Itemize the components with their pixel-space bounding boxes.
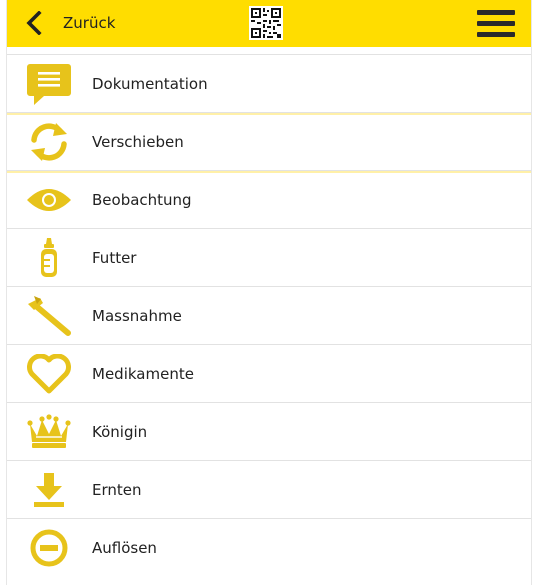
- list-item-dokumentation[interactable]: Dokumentation: [7, 54, 531, 112]
- app-frame: Zurück Dokumentation Verschieben Beobach…: [6, 0, 532, 585]
- action-list: Dokumentation Verschieben Beobachtung Fu…: [7, 54, 531, 576]
- list-item-koenigin[interactable]: Königin: [7, 402, 531, 460]
- list-item-label: Massnahme: [92, 306, 182, 325]
- list-item-aufloesen[interactable]: Auflösen: [7, 518, 531, 576]
- tool-icon: [23, 293, 75, 339]
- hamburger-menu-icon[interactable]: [477, 7, 515, 39]
- crown-icon: [23, 409, 75, 455]
- header-bar: Zurück: [7, 0, 531, 47]
- list-item-label: Königin: [92, 422, 148, 441]
- list-item-beobachtung[interactable]: Beobachtung: [7, 170, 531, 228]
- download-arrow-icon: [23, 467, 75, 513]
- list-item-label: Medikamente: [92, 364, 194, 383]
- list-item-label: Beobachtung: [92, 190, 192, 209]
- list-item-verschieben[interactable]: Verschieben: [7, 112, 531, 170]
- baby-bottle-icon: [23, 235, 75, 281]
- list-item-futter[interactable]: Futter: [7, 228, 531, 286]
- list-item-medikamente[interactable]: Medikamente: [7, 344, 531, 402]
- list-item-ernten[interactable]: Ernten: [7, 460, 531, 518]
- list-item-label: Auflösen: [92, 538, 157, 557]
- list-item-label: Verschieben: [92, 132, 184, 151]
- sync-arrows-icon: [23, 119, 75, 165]
- heart-icon: [23, 351, 75, 397]
- qr-code-icon[interactable]: [249, 6, 283, 40]
- back-label: Zurück: [63, 14, 116, 32]
- list-item-label: Futter: [92, 248, 137, 267]
- list-item-label: Dokumentation: [92, 74, 208, 93]
- back-button[interactable]: Zurück: [25, 10, 115, 36]
- list-item-label: Ernten: [92, 480, 142, 499]
- chevron-left-icon: [26, 11, 42, 35]
- comment-icon: [23, 61, 75, 107]
- eye-icon: [23, 177, 75, 223]
- minus-circle-icon: [23, 525, 75, 571]
- list-item-massnahme[interactable]: Massnahme: [7, 286, 531, 344]
